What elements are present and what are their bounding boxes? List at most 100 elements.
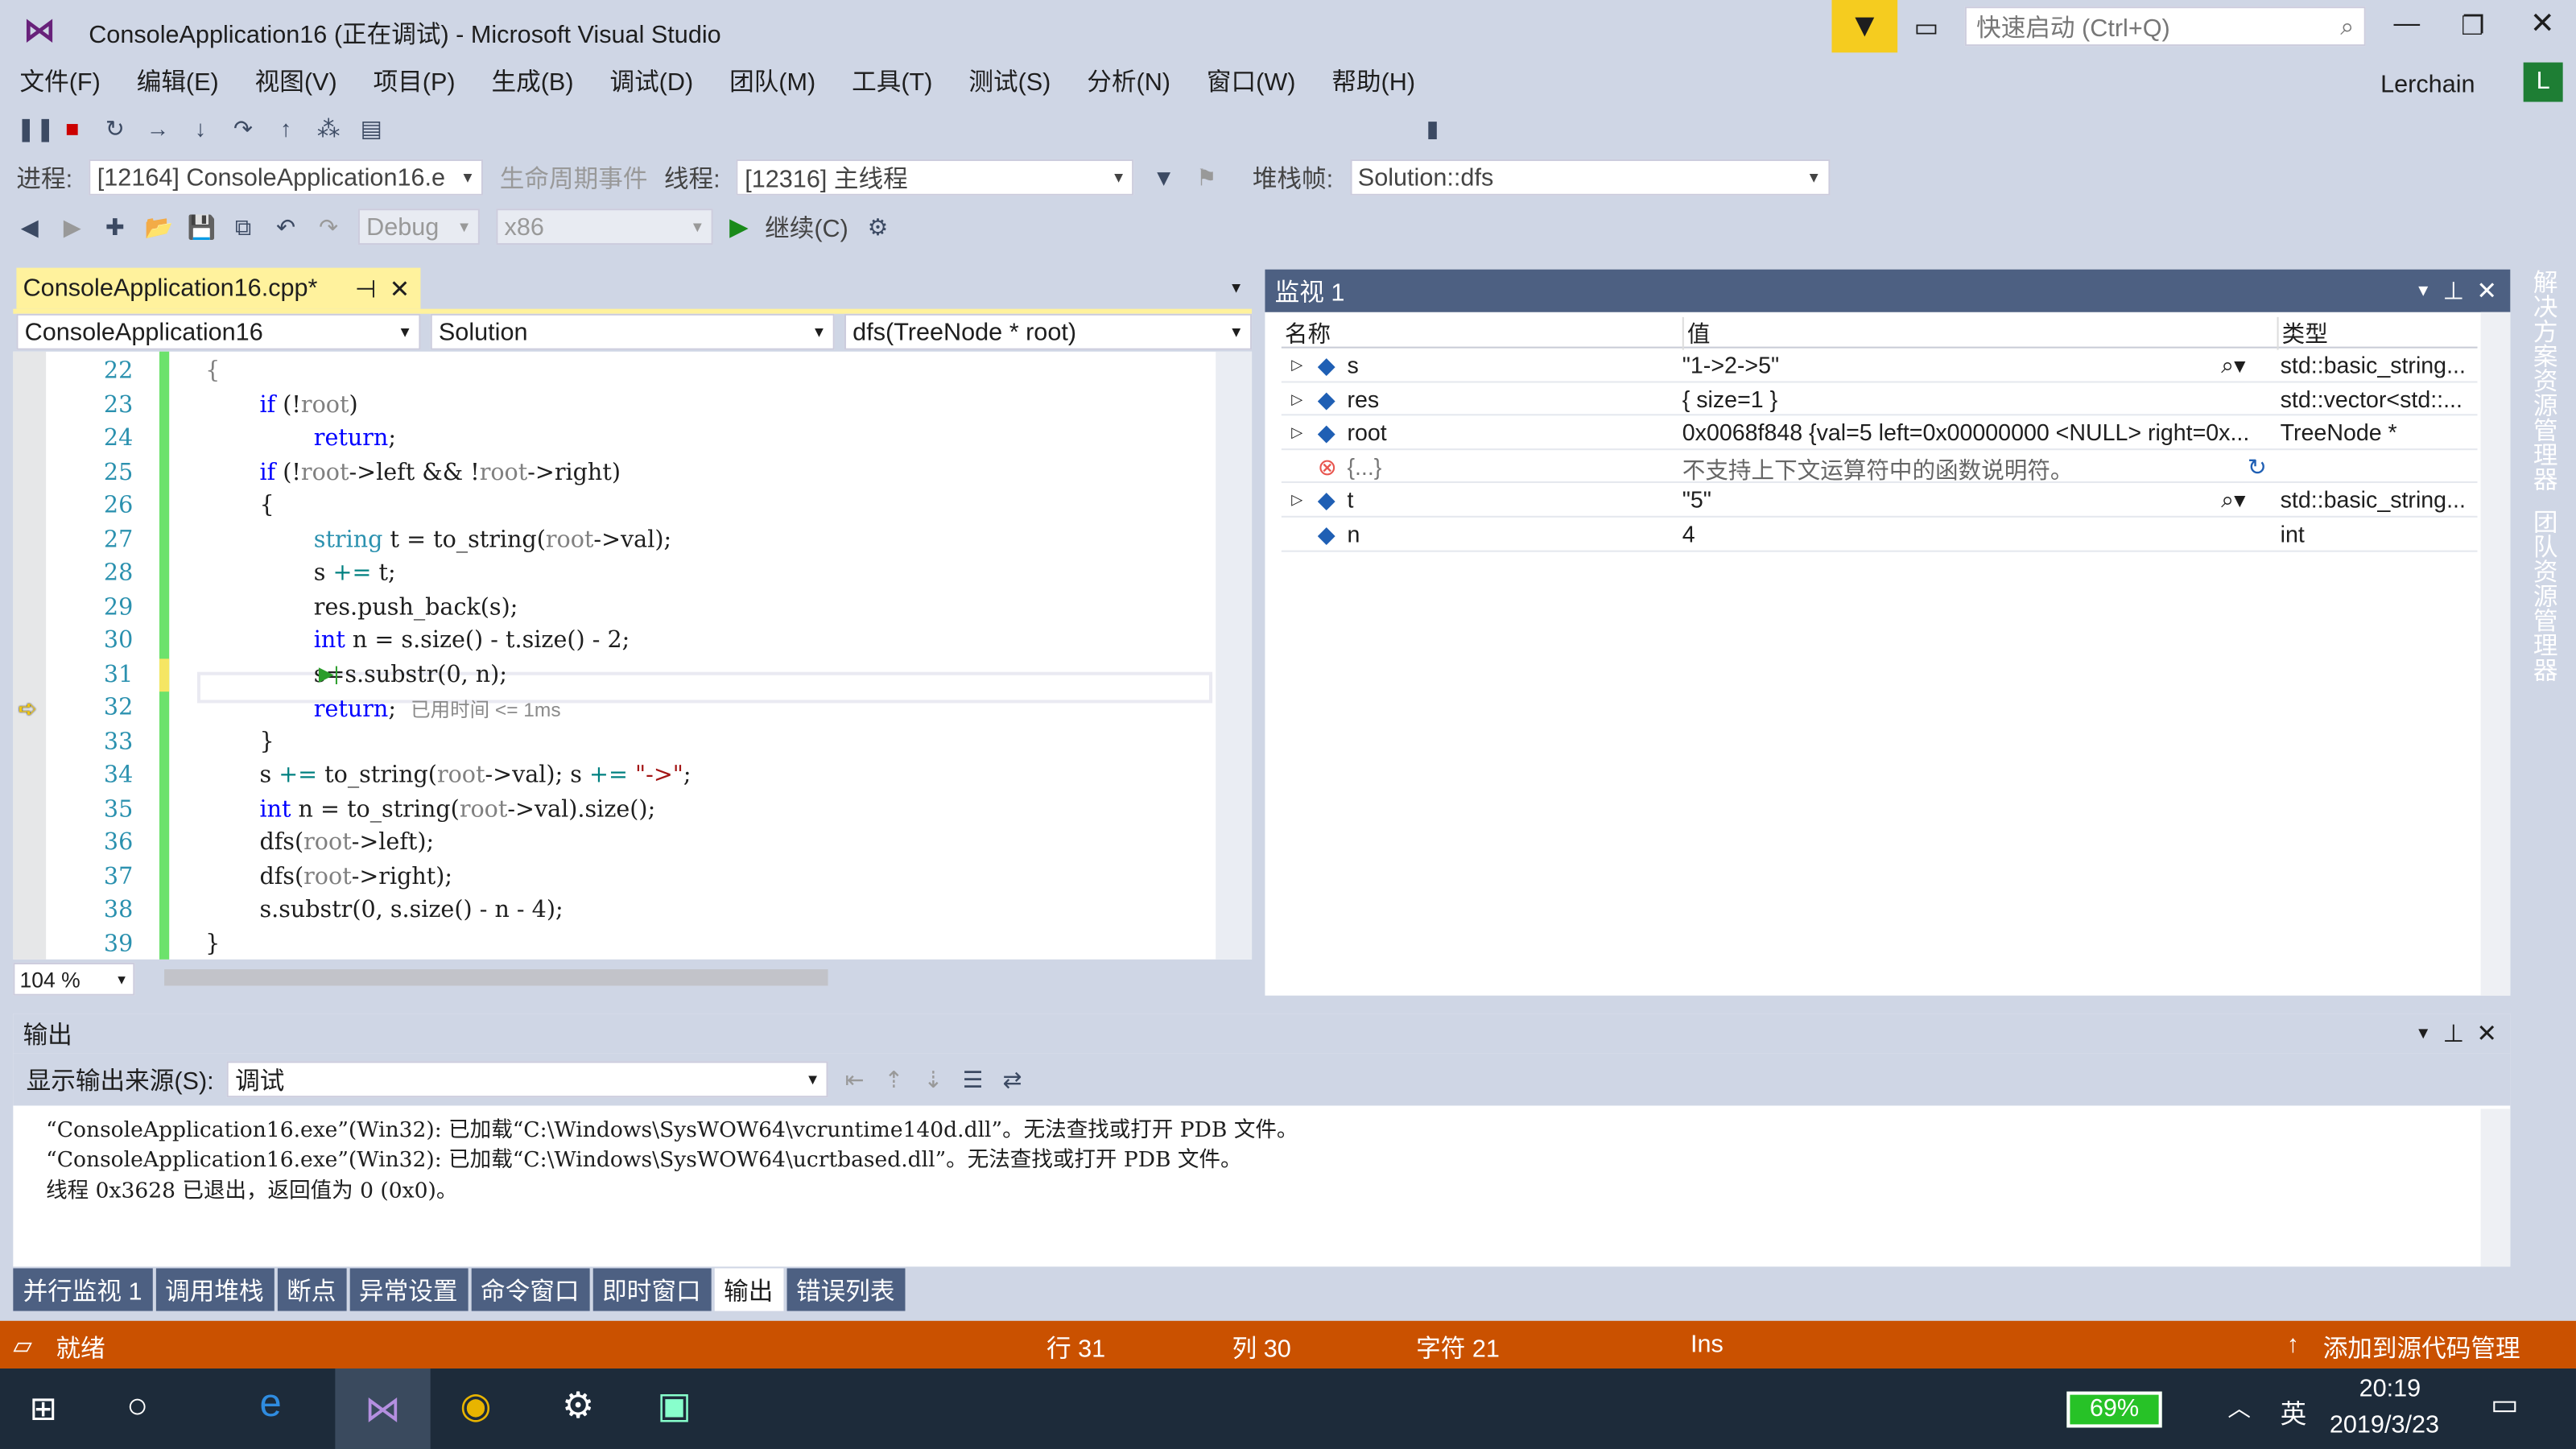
config-select[interactable]: Debug ▼ [357,208,480,246]
code-line[interactable]: } [259,729,274,755]
watch-row[interactable]: ▷ ◆ root 0x0068f848 {val=5 left=0x00000000 … [1281,416,2478,450]
watch-name[interactable]: {...} [1347,453,1381,480]
watch-value[interactable]: 不支持上下文运算符中的函数说明符。 [1682,453,2274,486]
menu-item[interactable]: 视图(V) [255,64,337,98]
code-line[interactable]: if (!root) [259,392,357,419]
code-line[interactable]: return; [314,426,396,452]
step-over-icon[interactable]: ↷ [230,114,257,142]
watch-name[interactable]: root [1347,419,1386,446]
continue-icon[interactable]: ▶ [729,212,749,242]
avatar[interactable]: L [2523,62,2563,102]
expand-icon[interactable]: ▷ [1291,424,1302,442]
notification-icon[interactable]: ▭ [2491,1388,2519,1422]
bottom-tab[interactable]: 异常设置 [349,1268,468,1311]
code-line[interactable]: dfs(root->right); [259,863,452,890]
close-icon[interactable]: ✕ [2476,1018,2497,1048]
prev-message-icon[interactable]: ⇡ [881,1065,907,1093]
stack-frame-select[interactable]: Solution::dfs ▼ [1349,159,1830,196]
save-icon[interactable]: 💾 [188,213,217,241]
maximize-button[interactable]: ❐ [2461,10,2484,43]
platform-select[interactable]: x86 ▼ [496,208,713,246]
windows-start-icon[interactable]: ⊞ [30,1388,57,1429]
edge-icon[interactable]: e [259,1381,281,1427]
watch-row[interactable]: ▷ ◆ t "5" std::basic_string... ⌕▾ [1281,484,2478,518]
bottom-tab[interactable]: 输出 [713,1268,783,1311]
attach-icon[interactable]: ⚙ [865,213,891,241]
code-line[interactable]: s += to_string(root->val); s += "->"; [259,762,691,789]
menu-item[interactable]: 工具(T) [852,64,932,98]
clock-time[interactable]: 20:19 [2359,1375,2421,1403]
text-visualizer-icon[interactable]: ⌕▾ [2221,352,2245,380]
menu-item[interactable]: 帮助(H) [1331,64,1415,98]
continue-button[interactable]: 继续(C) [765,209,848,244]
watch-row[interactable]: ⊗ {...} 不支持上下文运算符中的函数说明符。 ↻ [1281,450,2478,486]
code-line[interactable]: s.substr(0, s.size() - n - 4); [259,897,563,923]
close-button[interactable]: ✕ [2530,6,2555,41]
thread-filter-icon[interactable]: ▼ [1150,164,1177,191]
show-hidden-icons[interactable]: ︿ [2227,1392,2251,1425]
code-line[interactable]: if (!root->left && !root->right) [259,459,621,485]
member-nav-select[interactable]: dfs(TreeNode * root) ▼ [844,313,1253,350]
quick-launch-input[interactable]: 快速启动 (Ctrl+Q) ⌕ [1964,6,2366,47]
bottom-tab[interactable]: 命令窗口 [470,1268,589,1311]
side-tab-team-explorer[interactable]: 团队资源管理器 [2527,510,2562,682]
source-control-button[interactable]: 添加到源代码管理 [2323,1331,2520,1365]
bottom-tab[interactable]: 调用堆栈 [155,1268,274,1311]
menu-item[interactable]: 分析(N) [1087,64,1170,98]
column-value[interactable]: 值 [1682,316,1710,350]
bottom-tab[interactable]: 断点 [276,1268,346,1311]
pause-icon[interactable]: ❚❚ [16,114,55,142]
menu-item[interactable]: 编辑(E) [137,64,219,98]
clock-date[interactable]: 2019/3/23 [2330,1411,2439,1439]
run-to-click-icon[interactable]: ▶| [319,661,339,684]
code-line[interactable]: } [205,931,220,957]
forward-icon[interactable]: ▶ [59,213,85,241]
ime-indicator[interactable]: 英 [2281,1392,2307,1431]
watch-name[interactable]: s [1347,352,1358,378]
new-project-icon[interactable]: ✚ [102,213,129,241]
watch-row[interactable]: ◆ n 4 int [1281,518,2478,551]
step-out-icon[interactable]: ↑ [273,115,299,142]
column-name[interactable]: 名称 [1285,317,1331,350]
bottom-tab[interactable]: 并行监视 1 [13,1268,152,1311]
minimize-button[interactable]: — [2393,10,2420,39]
menu-item[interactable]: 文件(F) [19,64,100,98]
watch-row[interactable]: ▷ ◆ res { size=1 } std::vector<std::... [1281,382,2478,416]
code-line[interactable]: { [259,493,274,519]
code-line[interactable]: s=s.substr(0, n); [314,661,507,687]
redo-icon[interactable]: ↷ [316,213,342,241]
restart-icon[interactable]: ↻ [102,114,129,142]
watch-name[interactable]: n [1347,521,1360,547]
hex-icon[interactable]: ⁂ [316,114,342,142]
code-line[interactable]: int n = to_string(root->val).size(); [259,796,655,823]
chrome-icon[interactable]: ◉ [460,1385,491,1427]
app-icon[interactable]: ▣ [657,1385,691,1427]
tab-editor-file[interactable]: ConsoleApplication16.cpp* ⊣ ✕ [16,267,421,309]
code-line[interactable]: return; 已用时间 <= 1ms [314,695,561,723]
horizontal-scrollbar-thumb[interactable] [164,969,828,986]
menu-item[interactable]: 窗口(W) [1207,64,1296,98]
code-line[interactable]: res.push_back(s); [314,594,518,621]
tab-overflow-icon[interactable]: ▼ [1229,279,1244,295]
expand-icon[interactable]: ▷ [1291,357,1302,374]
code-editor[interactable]: 22{23 if (!root) 24 return; 25 if (!root->lef… [13,351,1253,960]
code-line[interactable]: dfs(root->left); [259,830,434,857]
code-line[interactable]: string t = to_string(root->val); [314,526,671,553]
step-into-icon[interactable]: ↓ [188,115,214,142]
menu-item[interactable]: 测试(S) [968,64,1051,98]
visual-studio-taskbar-icon[interactable]: ⋈ [335,1368,431,1449]
clear-all-icon[interactable]: ☰ [960,1065,986,1093]
undo-icon[interactable]: ↶ [273,213,299,241]
open-icon[interactable]: 📂 [145,213,174,241]
watch-row[interactable]: ▷ ◆ s "1->2->5" std::basic_string... ⌕▾ [1281,349,2478,382]
process-select[interactable]: [12164] ConsoleApplication16.e ▼ [89,159,484,196]
user-name[interactable]: Lerchain [2380,71,2475,99]
expand-icon[interactable]: ▷ [1291,492,1302,510]
dropdown-icon[interactable]: ▼ [2415,282,2431,299]
settings-icon[interactable]: ⚙ [562,1385,594,1427]
cortana-icon[interactable]: ○ [126,1385,148,1427]
watch-value[interactable]: 4 [1682,521,2274,547]
watch-scrollbar[interactable] [2480,312,2511,996]
watch-name[interactable]: t [1347,487,1353,514]
watch-value[interactable]: { size=1 } [1682,386,2274,412]
